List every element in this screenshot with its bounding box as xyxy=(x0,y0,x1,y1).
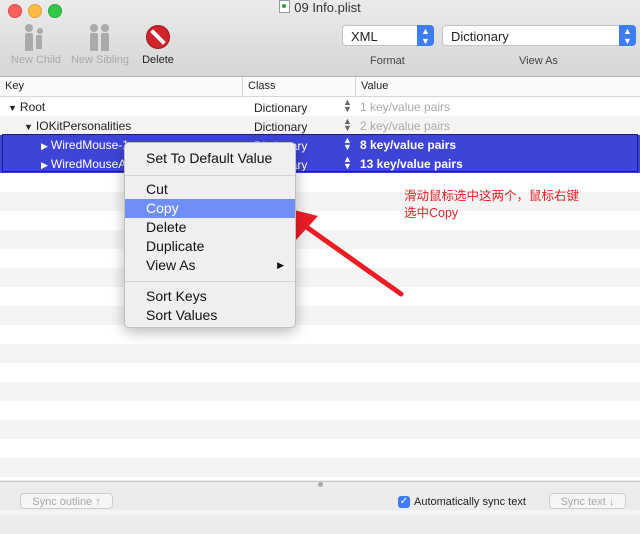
new-sibling-button[interactable]: New Sibling xyxy=(68,22,132,66)
window-toolbar: 09 Info.plist New Child New Sibling Dele… xyxy=(0,0,640,77)
split-handle[interactable] xyxy=(318,482,323,487)
chevron-updown-icon[interactable]: ▲ ▼ xyxy=(343,155,352,171)
new-sibling-icon xyxy=(68,22,132,52)
view-as-label: View As xyxy=(519,55,558,67)
delete-icon xyxy=(146,25,170,49)
menu-separator xyxy=(125,281,295,282)
window-title: 09 Info.plist xyxy=(0,0,640,16)
auto-sync-label: Automatically sync text xyxy=(414,496,526,508)
column-header-value[interactable]: Value xyxy=(361,80,388,92)
view-as-select[interactable]: Dictionary ▲ ▼ xyxy=(442,25,636,46)
menu-item-sort-values[interactable]: Sort Values xyxy=(125,306,295,325)
menu-item-sort-keys[interactable]: Sort Keys xyxy=(125,287,295,306)
new-child-button[interactable]: New Child xyxy=(8,22,64,66)
disclosure-down-icon[interactable]: ▼ xyxy=(8,103,17,113)
plist-outline-table[interactable]: Key Class Value ▼ Root Dictionary ▲ ▼ 1 ke… xyxy=(0,77,640,515)
table-row[interactable]: ▶WiredMouseA Dictionary ▲▼ 13 key/value … xyxy=(0,154,640,173)
document-icon xyxy=(279,0,291,13)
new-child-icon xyxy=(8,22,64,52)
table-row[interactable]: ▶WiredMouse-1 Dictionary ▲▼ 8 key/value … xyxy=(0,135,640,154)
table-row[interactable]: ▼ Root Dictionary ▲ ▼ 1 key/value pairs xyxy=(0,97,640,116)
menu-item-view-as[interactable]: View As ▶ xyxy=(125,256,295,275)
sync-text-button[interactable]: Sync text ↓ xyxy=(549,493,626,509)
disclosure-down-icon[interactable]: ▼ xyxy=(24,122,33,132)
table-row[interactable]: ▼ IOKitPersonalities Dictionary ▲ ▼ 2 key/… xyxy=(0,116,640,135)
chevron-updown-icon: ▲ ▼ xyxy=(417,25,434,46)
menu-item-copy[interactable]: Copy xyxy=(125,199,295,218)
table-header: Key Class Value xyxy=(0,77,640,97)
format-select[interactable]: XML ▲ ▼ xyxy=(342,25,434,46)
chevron-updown-icon[interactable]: ▲ ▼ xyxy=(343,117,352,133)
chevron-updown-icon[interactable]: ▲ ▼ xyxy=(343,136,352,152)
chevron-updown-icon: ▲ ▼ xyxy=(619,25,636,46)
menu-item-duplicate[interactable]: Duplicate xyxy=(125,237,295,256)
menu-item-set-default[interactable]: Set To Default Value xyxy=(125,149,295,168)
sync-outline-button[interactable]: Sync outline ↑ xyxy=(20,493,113,509)
menu-item-cut[interactable]: Cut xyxy=(125,180,295,199)
menu-separator xyxy=(125,175,295,176)
disclosure-right-icon[interactable]: ▶ xyxy=(41,141,48,151)
context-menu: Set To Default Value Cut Copy Delete Dup… xyxy=(124,142,296,328)
column-header-class[interactable]: Class xyxy=(248,80,276,92)
annotation-text: 滑动鼠标选中这两个，鼠标右键 选中Copy xyxy=(404,189,580,220)
column-header-key[interactable]: Key xyxy=(5,80,24,92)
disclosure-right-icon[interactable]: ▶ xyxy=(41,160,48,170)
menu-item-delete[interactable]: Delete xyxy=(125,218,295,237)
chevron-updown-icon[interactable]: ▲ ▼ xyxy=(343,98,352,114)
delete-button[interactable]: Delete xyxy=(138,22,178,66)
auto-sync-checkbox[interactable]: ✓ xyxy=(398,496,410,508)
format-label: Format xyxy=(370,55,405,67)
submenu-arrow-icon: ▶ xyxy=(277,260,284,270)
table-rows: ▼ Root Dictionary ▲ ▼ 1 key/value pairs ▼ I… xyxy=(0,97,640,534)
